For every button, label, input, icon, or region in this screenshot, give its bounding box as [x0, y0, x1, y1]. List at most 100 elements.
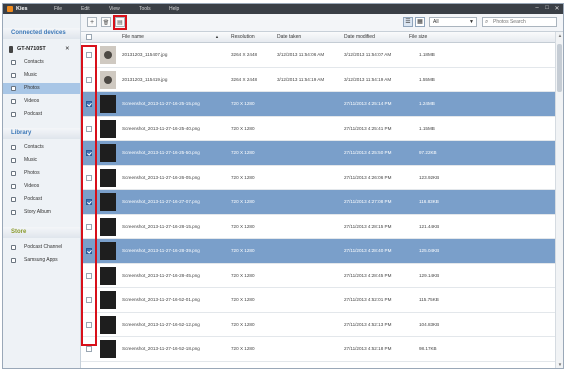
filter-select[interactable]: All ▼	[429, 17, 477, 27]
col-date-modified[interactable]: Date modified	[344, 32, 375, 42]
vertical-scrollbar[interactable]: ▲ ▼	[555, 32, 563, 368]
cell-file-name: Screenshot_2013-11-27-16-28-39.png	[122, 248, 200, 253]
cell-date-modified: 27/11/2013 4:27:08 PM	[344, 199, 392, 204]
add-button[interactable]: +	[87, 17, 97, 27]
thumbnail-image	[100, 266, 116, 285]
music-icon	[11, 73, 16, 78]
device-row[interactable]: GT-N7105T ✕	[3, 44, 80, 55]
table-row[interactable]: Screenshot_2013-11-27-16-25-15.png 720 X …	[81, 92, 555, 117]
thumbnail-image	[100, 144, 116, 162]
table-row[interactable]: Screenshot_2013-11-27-16-26-05.png 720 X …	[81, 166, 555, 190]
sidebar-item-music[interactable]: Music	[3, 70, 80, 81]
table-header: File name ▲ Resolution Date taken Date m…	[81, 32, 555, 43]
photos-icon	[11, 86, 16, 91]
podcast-channel-icon	[11, 245, 16, 250]
videos-icon	[11, 99, 16, 104]
cell-file-name: Screenshot_2013-11-27-16-28-15.png	[122, 223, 200, 229]
scroll-up-icon[interactable]: ▲	[556, 33, 563, 38]
cell-resolution: 720 X 1280	[231, 125, 255, 131]
table-row[interactable]: 20131203_115407.jpg 3264 X 2448 3/12/2013 …	[81, 43, 555, 68]
cell-file-size: 98.17KB	[419, 346, 437, 351]
table-row[interactable]: Screenshot_2013-11-27-16-25-40.png 720 X …	[81, 117, 555, 141]
scrollbar-thumb[interactable]	[557, 44, 562, 92]
app-name: Kies	[16, 6, 28, 12]
menu-tools[interactable]: Tools	[139, 6, 151, 12]
menu-help[interactable]: Help	[169, 6, 179, 12]
sidebar-item-label: Photos	[24, 85, 40, 91]
minimize-button[interactable]: –	[533, 5, 541, 11]
delete-button[interactable]: 🗑	[101, 17, 111, 27]
sidebar-item-photos[interactable]: Photos	[3, 168, 80, 179]
cell-file-name: Screenshot_2013-11-27-16-28-45.png	[122, 272, 200, 278]
table-row[interactable]: Screenshot_2013-11-27-16-28-39.png 720 X …	[81, 239, 555, 264]
sidebar-item-podcast[interactable]: Podcast	[3, 194, 80, 205]
connected-devices-header: Connected devices	[3, 28, 80, 39]
kies-window: Kies File Edit View Tools Help – □ ✕ Con…	[2, 3, 564, 369]
table-row[interactable]: Screenshot_2013-11-27-16-27-07.png 720 X …	[81, 190, 555, 215]
contacts-icon	[11, 145, 16, 150]
col-file-name[interactable]: File name	[122, 32, 144, 42]
col-date-taken[interactable]: Date taken	[277, 32, 301, 42]
cell-date-taken: 3/12/2013 11:54:19 AM	[277, 76, 325, 82]
scroll-down-icon[interactable]: ▼	[556, 362, 563, 367]
search-box[interactable]: ⌕	[482, 17, 557, 27]
table-row[interactable]: Screenshot_2013-11-27-16-28-45.png 720 X …	[81, 264, 555, 288]
menu-edit[interactable]: Edit	[81, 6, 90, 12]
cell-file-size: 129.14KB	[419, 272, 440, 278]
close-window-button[interactable]: ✕	[553, 5, 561, 12]
menu-file[interactable]: File	[54, 6, 62, 12]
sidebar-item-label: Samsung Apps	[24, 257, 58, 263]
sidebar-item-videos[interactable]: Videos	[3, 181, 80, 192]
sidebar-item-videos[interactable]: Videos	[3, 96, 80, 107]
disconnect-device-icon[interactable]: ✕	[65, 44, 70, 55]
samsung-apps-icon	[11, 258, 16, 263]
cell-date-modified: 27/11/2013 4:52:13 PM	[344, 321, 392, 327]
cell-resolution: 3264 X 2448	[231, 52, 258, 57]
sidebar-item-story-album[interactable]: Story Album	[3, 207, 80, 218]
sidebar-item-podcast-channel[interactable]: Podcast Channel	[3, 242, 80, 253]
menu-view[interactable]: View	[109, 6, 120, 12]
thumbnail-image	[100, 217, 116, 236]
table-row[interactable]: Screenshot_2013-11-27-16-52-18.png 720 X …	[81, 337, 555, 362]
story-album-icon	[11, 210, 16, 215]
table-row[interactable]: 20131203_115419.jpg 3264 X 2448 3/12/2013 …	[81, 68, 555, 92]
cell-resolution: 720 X 1280	[231, 297, 255, 302]
cell-date-modified: 27/11/2013 4:25:41 PM	[344, 125, 392, 131]
sidebar-item-label: Videos	[24, 183, 40, 189]
cell-resolution: 720 X 1280	[231, 101, 255, 106]
sidebar-item-podcast[interactable]: Podcast	[3, 109, 80, 120]
maximize-button[interactable]: □	[543, 5, 551, 11]
sidebar-item-contacts[interactable]: Contacts	[3, 142, 80, 153]
table-row[interactable]: Screenshot_2013-11-27-16-25-50.png 720 X …	[81, 141, 555, 166]
col-file-size[interactable]: File size	[409, 32, 427, 42]
table-row[interactable]: Screenshot_2013-11-27-16-28-15.png 720 X …	[81, 215, 555, 239]
cell-date-modified: 27/11/2013 4:52:01 PM	[344, 297, 392, 302]
cell-date-modified: 27/11/2013 4:28:15 PM	[344, 223, 392, 229]
chevron-down-icon: ▼	[469, 19, 474, 25]
row-checkbox[interactable]	[86, 346, 92, 352]
cell-file-size: 121.44KB	[419, 223, 440, 229]
grid-view-button[interactable]: ▦	[415, 17, 425, 27]
phone-icon	[9, 46, 13, 53]
select-all-checkbox[interactable]	[86, 34, 92, 40]
cell-file-size: 1.55MB	[419, 76, 435, 82]
sidebar-item-photos[interactable]: Photos	[3, 83, 80, 94]
sidebar-item-contacts[interactable]: Contacts	[3, 57, 80, 68]
sidebar-item-label: Podcast	[24, 196, 43, 202]
table-row[interactable]: Screenshot_2013-11-27-16-52-12.png 720 X …	[81, 313, 555, 337]
sidebar-item-label: Music	[24, 72, 38, 78]
list-view-button[interactable]: ☰	[403, 17, 413, 27]
cell-file-name: Screenshot_2013-11-27-16-25-40.png	[122, 125, 200, 131]
cell-resolution: 720 X 1280	[231, 272, 255, 278]
sidebar-item-music[interactable]: Music	[3, 155, 80, 166]
cell-resolution: 720 X 1280	[231, 321, 255, 327]
sidebar-item-samsung-apps[interactable]: Samsung Apps	[3, 255, 80, 266]
cell-date-modified: 27/11/2013 4:52:18 PM	[344, 346, 392, 351]
sidebar-item-label: Podcast	[24, 111, 43, 117]
grid-view-icon: ▦	[417, 19, 423, 25]
table-row[interactable]: Screenshot_2013-11-27-16-52-01.png 720 X …	[81, 288, 555, 313]
search-input[interactable]	[493, 18, 555, 26]
thumbnail-image	[100, 340, 116, 358]
col-resolution[interactable]: Resolution	[231, 32, 255, 42]
cell-date-modified: 27/11/2013 4:25:50 PM	[344, 150, 392, 155]
